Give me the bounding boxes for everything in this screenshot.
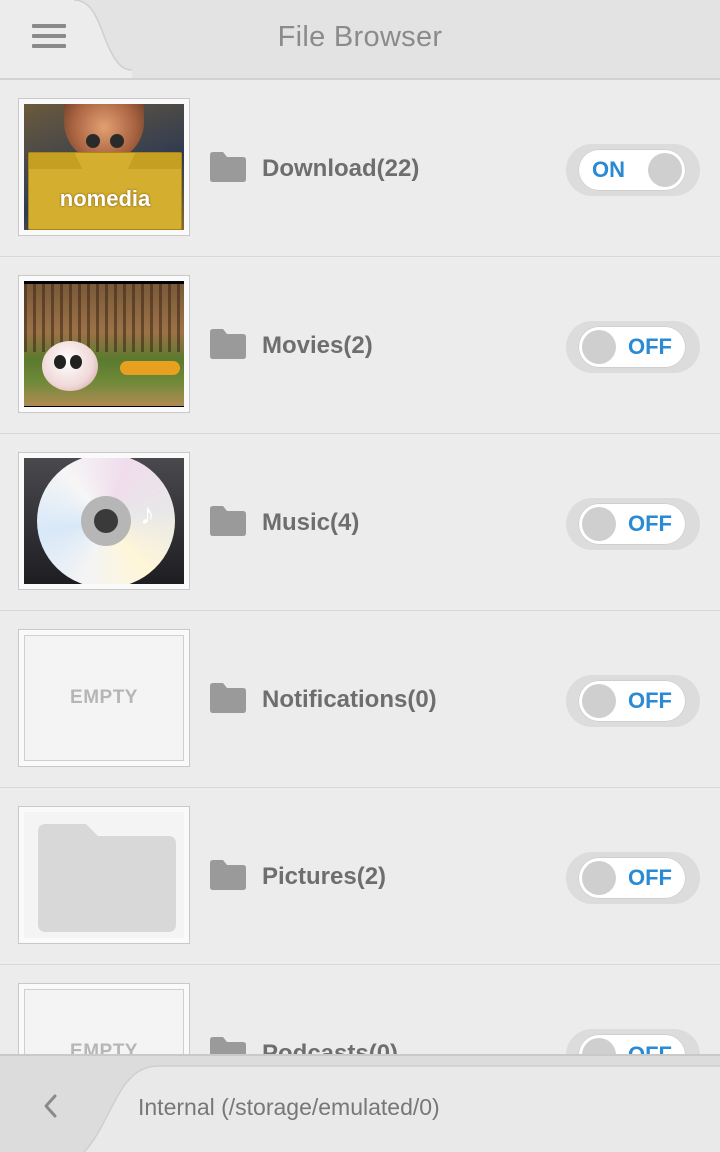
folder-thumbnail: EMPTY bbox=[18, 983, 190, 1054]
folder-toggle-switch[interactable]: ON bbox=[566, 144, 700, 196]
folder-icon bbox=[210, 152, 246, 182]
chevron-left-icon[interactable] bbox=[36, 1088, 66, 1124]
toggle-state-label: OFF bbox=[628, 865, 672, 890]
large-folder-icon bbox=[38, 824, 176, 932]
folder-name: Pictures(2) bbox=[262, 863, 387, 890]
toggle-knob bbox=[582, 330, 616, 364]
cd-disc-image: ♪ bbox=[24, 458, 184, 584]
folder-thumbnail bbox=[18, 275, 190, 413]
nomedia-label: nomedia bbox=[59, 186, 151, 211]
folder-icon bbox=[210, 506, 246, 536]
toggle-state-label: OFF bbox=[628, 511, 672, 536]
folder-list: nomedia Download(22) ON Movies(2) OFF ♪ … bbox=[0, 80, 720, 1054]
folder-toggle-switch[interactable]: OFF bbox=[566, 498, 700, 550]
toggle-state-label: OFF bbox=[628, 1042, 672, 1054]
toggle-knob bbox=[648, 153, 682, 187]
music-note-icon: ♪ bbox=[140, 498, 155, 531]
folder-name: Notifications(0) bbox=[262, 686, 437, 713]
folder-name: Music(4) bbox=[262, 509, 360, 536]
folder-row-podcasts[interactable]: EMPTY Podcasts(0) OFF bbox=[0, 965, 720, 1054]
folder-row-music[interactable]: ♪ Music(4) OFF bbox=[0, 434, 720, 611]
movie-still-image bbox=[24, 281, 184, 407]
folder-icon bbox=[210, 860, 246, 890]
folder-toggle-switch[interactable]: OFF bbox=[566, 1029, 700, 1054]
folder-icon bbox=[210, 329, 246, 359]
toggle-state-label: OFF bbox=[628, 334, 672, 359]
folder-toggle-switch[interactable]: OFF bbox=[566, 852, 700, 904]
folder-name: Download(22) bbox=[262, 155, 420, 182]
storage-path[interactable]: Internal (/storage/emulated/0) bbox=[138, 1094, 440, 1121]
empty-thumbnail: EMPTY bbox=[24, 635, 184, 761]
folder-thumbnail: ♪ bbox=[18, 452, 190, 590]
folder-icon bbox=[210, 1037, 246, 1054]
toggle-knob bbox=[582, 1038, 616, 1054]
app-header: File Browser bbox=[0, 0, 720, 80]
folder-row-download[interactable]: nomedia Download(22) ON bbox=[0, 80, 720, 257]
folder-thumbnail: EMPTY bbox=[18, 629, 190, 767]
toggle-state-label: OFF bbox=[628, 688, 672, 713]
folder-thumbnail: nomedia bbox=[18, 98, 190, 236]
page-title: File Browser bbox=[277, 21, 443, 53]
toggle-knob bbox=[582, 861, 616, 895]
folder-thumbnail bbox=[18, 806, 190, 944]
folder-row-pictures[interactable]: Pictures(2) OFF bbox=[0, 788, 720, 965]
toggle-knob bbox=[582, 684, 616, 718]
folder-toggle-switch[interactable]: OFF bbox=[566, 675, 700, 727]
toggle-knob bbox=[582, 507, 616, 541]
folder-row-notifications[interactable]: EMPTY Notifications(0) OFF bbox=[0, 611, 720, 788]
storage-footer: Internal (/storage/emulated/0) bbox=[0, 1054, 720, 1152]
empty-thumbnail: EMPTY bbox=[24, 989, 184, 1054]
folder-placeholder-image bbox=[24, 812, 184, 938]
toggle-state-label: ON bbox=[592, 157, 625, 182]
folder-icon bbox=[210, 683, 246, 713]
folder-row-movies[interactable]: Movies(2) OFF bbox=[0, 257, 720, 434]
nomedia-image: nomedia bbox=[24, 104, 184, 230]
folder-name: Podcasts(0) bbox=[262, 1040, 399, 1054]
folder-toggle-switch[interactable]: OFF bbox=[566, 321, 700, 373]
folder-name: Movies(2) bbox=[262, 332, 373, 359]
